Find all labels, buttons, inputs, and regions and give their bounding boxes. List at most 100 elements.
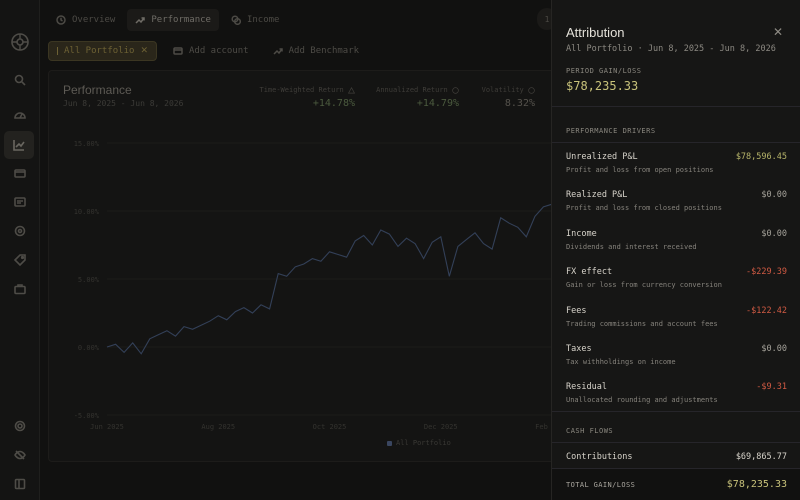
period-gain-value: $78,235.33 xyxy=(566,79,639,93)
stat-label: Volatility xyxy=(481,86,524,94)
info-icon[interactable] xyxy=(528,86,535,94)
panel-title: Attribution xyxy=(566,25,625,40)
portfolio-filter-chip[interactable]: All Portfolio ✕ xyxy=(48,41,157,61)
logo-icon[interactable] xyxy=(10,32,30,52)
clock-icon xyxy=(56,15,66,25)
driver-row[interactable]: Fees Trading commissions and account fee… xyxy=(552,306,800,344)
driver-description: Trading commissions and account fees xyxy=(566,320,718,328)
driver-row[interactable]: Taxes Tax withholdings on income $0.00 xyxy=(552,344,800,382)
contributions-row[interactable]: Contributions $69,865.77 xyxy=(552,449,800,467)
target-icon[interactable] xyxy=(10,221,30,241)
briefcase-icon[interactable] xyxy=(10,279,30,299)
add-benchmark-button[interactable]: Add Benchmark xyxy=(265,41,367,61)
driver-value: $78,596.45 xyxy=(735,152,787,162)
driver-row[interactable]: FX effect Gain or loss from currency con… xyxy=(552,267,800,305)
driver-name: Unrealized P&L xyxy=(566,152,638,162)
tab-label: Income xyxy=(246,15,280,25)
legend-swatch xyxy=(387,440,392,446)
cash-flows-heading: CASH FLOWS xyxy=(566,427,614,435)
drivers-heading: PERFORMANCE DRIVERS xyxy=(566,127,656,135)
close-icon[interactable]: ✕ xyxy=(771,25,785,39)
y-tick-label: -5.00% xyxy=(74,412,100,420)
driver-description: Unallocated rounding and adjustments xyxy=(566,396,718,404)
contributions-value: $69,865.77 xyxy=(735,452,787,462)
performance-chart[interactable]: 15.00% 10.00% 5.00% 0.00% -5.00% Jun 2025 Aug … xyxy=(49,71,569,463)
total-gain-value: $78,235.33 xyxy=(726,479,787,490)
coins-icon xyxy=(231,15,241,25)
driver-description: Dividends and interest received xyxy=(566,243,697,251)
tab-income[interactable]: Income xyxy=(223,9,288,31)
driver-description: Profit and loss from open positions xyxy=(566,166,714,174)
driver-name: Residual xyxy=(566,382,607,392)
chart-icon[interactable] xyxy=(4,131,34,159)
performance-card: 15.00% 10.00% 5.00% 0.00% -5.00% Jun 2025 Aug … xyxy=(48,70,569,463)
driver-name: Realized P&L xyxy=(566,190,628,200)
divider xyxy=(552,142,800,143)
filter-bar: All Portfolio ✕ Add account Add Benchmar… xyxy=(48,41,367,61)
warning-icon xyxy=(348,86,355,93)
total-gain-label: TOTAL GAIN/LOSS xyxy=(566,481,636,489)
add-account-label: Add account xyxy=(189,46,249,56)
add-benchmark-label: Add Benchmark xyxy=(288,46,360,56)
settings-icon[interactable] xyxy=(10,416,30,436)
tab-overview[interactable]: Overview xyxy=(48,9,123,31)
list-icon[interactable] xyxy=(10,192,30,212)
filter-label: All Portfolio xyxy=(64,46,135,56)
view-tabs: Overview Performance Income xyxy=(48,9,287,31)
driver-row[interactable]: Income Dividends and interest received $… xyxy=(552,229,800,267)
sidebar xyxy=(0,0,40,500)
stat-value: 8.32% xyxy=(504,98,535,109)
driver-value: $0.00 xyxy=(761,229,787,239)
tag-icon[interactable] xyxy=(10,250,30,270)
driver-value: -$9.31 xyxy=(756,382,787,392)
sidebar-toggle-icon[interactable] xyxy=(10,474,30,494)
account-icon xyxy=(173,47,183,55)
dashboard-icon[interactable] xyxy=(10,105,30,125)
x-tick-label: Oct 2025 xyxy=(313,423,347,431)
driver-description: Tax withholdings on income xyxy=(566,358,676,366)
period-gain-label: PERIOD GAIN/LOSS xyxy=(566,67,642,75)
driver-value: $0.00 xyxy=(761,344,787,354)
stat-value: +14.79% xyxy=(416,98,459,109)
app-root: Overview Performance Income 1 All Portfo… xyxy=(0,0,800,500)
y-tick-label: 5.00% xyxy=(78,276,100,284)
performance-date-range: Jun 8, 2025 - Jun 8, 2026 xyxy=(63,99,184,108)
wallet-icon[interactable] xyxy=(10,163,30,183)
driver-value: $0.00 xyxy=(761,190,787,200)
stat-twr: Time-Weighted Return +14.78% xyxy=(259,86,355,109)
performance-title: Performance xyxy=(63,83,132,97)
chart-legend: All Portfolio xyxy=(387,439,451,447)
contributions-label: Contributions xyxy=(566,452,633,462)
trend-up-icon xyxy=(135,17,146,24)
x-tick-label: Dec 2025 xyxy=(424,423,458,431)
driver-name: Fees xyxy=(566,306,587,316)
panel-subtitle: All Portfolio · Jun 8, 2025 - Jun 8, 202… xyxy=(566,44,776,54)
stat-value: +14.78% xyxy=(312,98,355,109)
eye-off-icon[interactable] xyxy=(10,445,30,465)
stat-label: Annualized Return xyxy=(376,86,448,94)
divider xyxy=(552,106,800,107)
divider xyxy=(552,411,800,412)
stat-label: Time-Weighted Return xyxy=(259,86,344,94)
stat-annualized: Annualized Return +14.79% xyxy=(376,86,459,109)
search-icon[interactable] xyxy=(10,70,30,90)
info-icon[interactable] xyxy=(452,86,459,94)
driver-description: Gain or loss from currency conversion xyxy=(566,281,722,289)
close-icon[interactable]: ✕ xyxy=(140,46,148,56)
trend-up-icon xyxy=(273,48,283,55)
y-tick-label: 15.00% xyxy=(74,140,100,148)
filter-indicator-icon xyxy=(57,47,58,55)
driver-description: Profit and loss from closed positions xyxy=(566,204,722,212)
driver-row[interactable]: Residual Unallocated rounding and adjust… xyxy=(552,382,800,420)
driver-name: FX effect xyxy=(566,267,613,277)
driver-row[interactable]: Unrealized P&L Profit and loss from open… xyxy=(552,152,800,190)
add-account-button[interactable]: Add account xyxy=(165,41,257,61)
y-tick-label: 0.00% xyxy=(78,344,100,352)
divider xyxy=(552,442,800,443)
tab-performance[interactable]: Performance xyxy=(127,9,219,31)
tab-label: Overview xyxy=(72,15,116,25)
tab-label: Performance xyxy=(151,15,211,25)
attribution-panel: Attribution ✕ All Portfolio · Jun 8, 202… xyxy=(551,0,800,500)
driver-row[interactable]: Realized P&L Profit and loss from closed… xyxy=(552,190,800,228)
stat-volatility: Volatility 8.32% xyxy=(482,86,535,109)
